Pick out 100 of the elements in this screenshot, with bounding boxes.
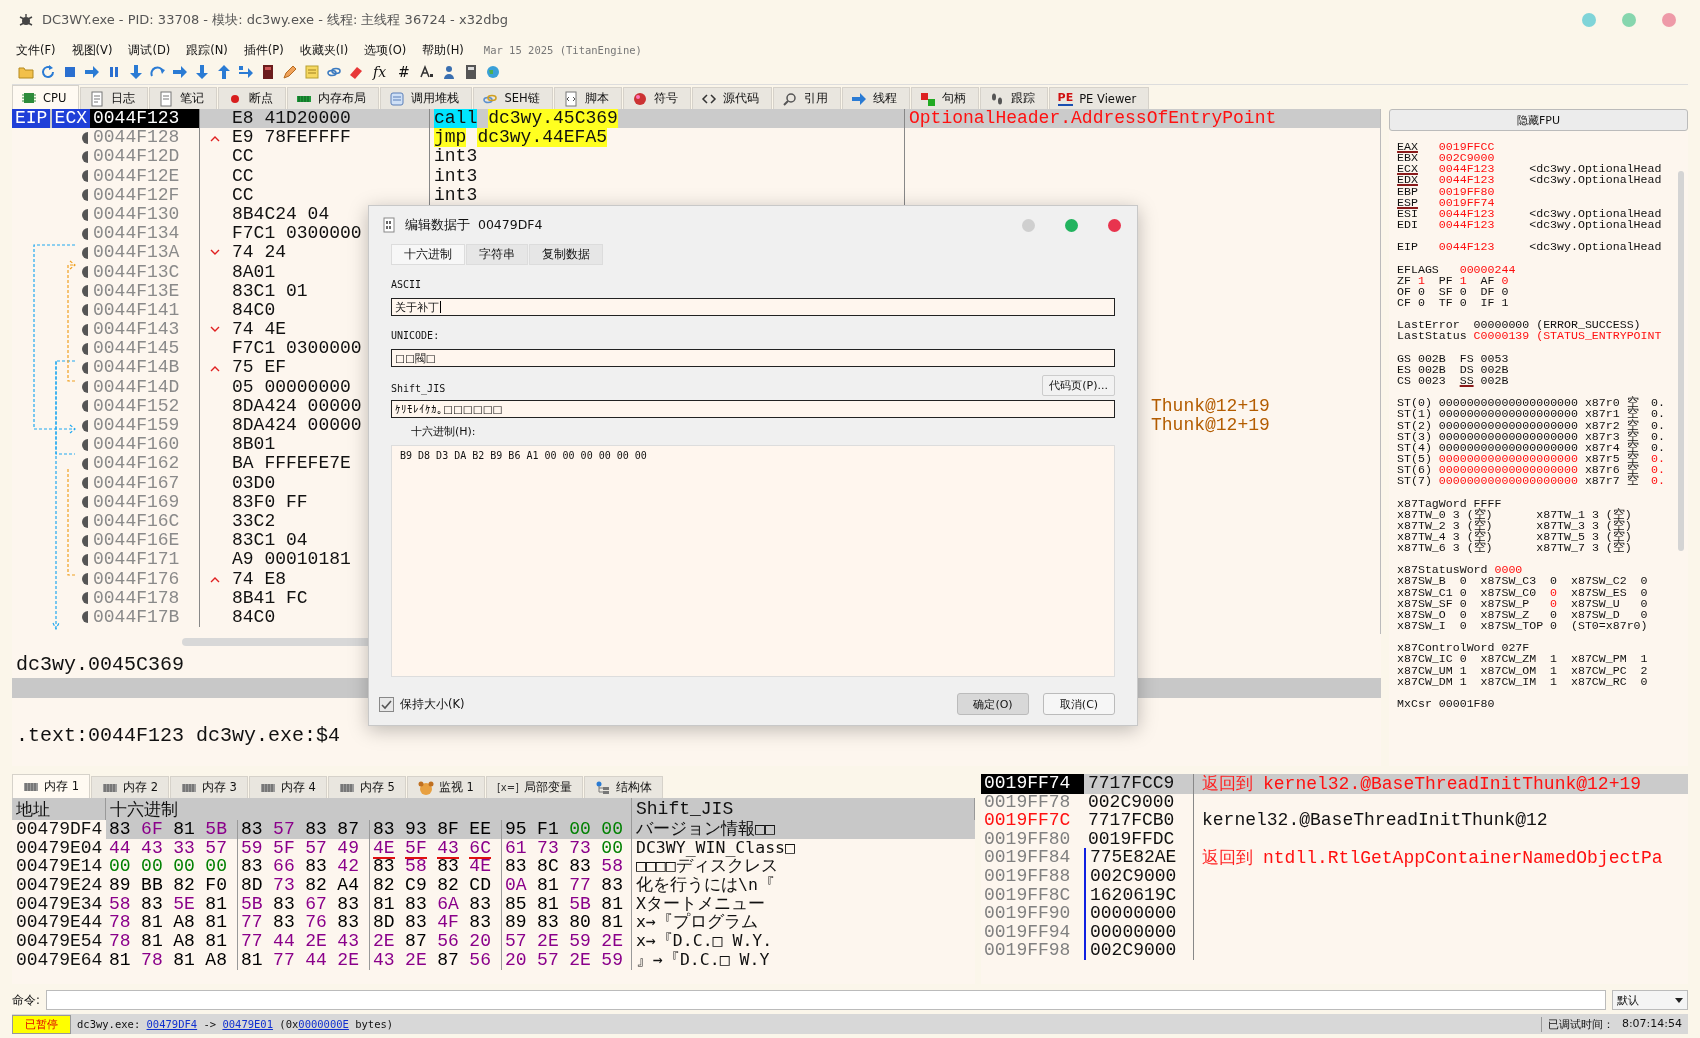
hide-fpu-button[interactable]: 隐藏FPU — [1389, 109, 1688, 131]
toolbar-button[interactable]: fx — [370, 64, 390, 80]
register-text: x87CW_RC — [1570, 675, 1627, 687]
register-text: 0044F123 — [1438, 241, 1495, 253]
step-arrow-icon[interactable] — [238, 64, 254, 80]
byte-cell: 8D — [241, 876, 263, 895]
value-cell: 002C9000 — [1084, 941, 1194, 960]
up-arrow-icon[interactable] — [216, 64, 232, 80]
tab[interactable]: 跟踪 — [979, 87, 1048, 109]
tab[interactable]: 内存布局 — [287, 87, 380, 109]
register-text: x87CW_PC — [1570, 664, 1627, 676]
register-text: x87r5 — [1584, 452, 1620, 465]
value-cell: 7717FCB0 — [1084, 811, 1194, 830]
tab[interactable]: 复制数据 — [529, 244, 603, 265]
tab[interactable]: 内存 1 — [12, 774, 90, 798]
register-text: x87TW_5 — [1536, 530, 1585, 543]
tab[interactable]: 句柄 — [910, 87, 979, 109]
byte-cell: 77 — [569, 876, 591, 895]
tab[interactable]: 源代码 — [691, 87, 772, 109]
tab[interactable]: 字符串 — [466, 244, 528, 265]
menu-item[interactable]: 收藏夹(I) — [299, 42, 349, 58]
tab[interactable]: 调用堆栈 — [380, 87, 473, 109]
menu-item[interactable]: 帮助(H) — [422, 42, 464, 58]
register-text: 1 — [1459, 664, 1467, 676]
up-caret-icon — [208, 575, 222, 584]
checkbox[interactable] — [379, 696, 394, 712]
field-label: UNICODE: — [391, 330, 441, 341]
pencil-icon[interactable] — [282, 64, 298, 80]
down-arrow-icon[interactable] — [128, 64, 144, 80]
dialog-button[interactable]: 取消(C) — [1043, 693, 1115, 715]
byte-cell-text: 43 — [141, 838, 163, 859]
byte-cell: 57 — [273, 820, 295, 839]
register-text: 00000000000000000000 — [1438, 419, 1578, 431]
register-text: 00000000000000000000 — [1438, 441, 1578, 453]
byte-cell: 4F — [437, 913, 459, 933]
toolbar-button[interactable]: # — [395, 64, 413, 80]
tab[interactable]: PE PE Viewer — [1048, 87, 1150, 109]
register-text: 3 (空) — [1591, 542, 1632, 554]
register-text: x87SW_I — [1397, 620, 1446, 632]
font-icon[interactable] — [418, 64, 435, 80]
shift-jis-field[interactable]: ｹﾘﾓﾚｲｹｶ｡□□□□□□ — [391, 400, 1115, 418]
tab[interactable]: 脚本 — [553, 87, 622, 109]
reload-icon[interactable] — [40, 64, 56, 80]
address-cell-text: 00479E24 — [15, 876, 104, 895]
tab[interactable]: 引用 — [772, 87, 841, 109]
size-link[interactable]: 0000000E — [298, 1018, 349, 1030]
register-label: ECX — [51, 109, 90, 129]
menu-item[interactable]: 文件(F) — [16, 42, 56, 58]
tab[interactable]: 日志 — [80, 87, 149, 109]
menu-item[interactable]: 跟踪(N) — [186, 42, 228, 58]
command-field[interactable] — [45, 990, 1606, 1010]
byte-cell: 95 — [505, 820, 527, 839]
dialog-button[interactable]: 确定(O) — [957, 693, 1029, 715]
eraser-icon[interactable] — [348, 64, 364, 80]
address-link[interactable]: 00479DF4 — [146, 1018, 198, 1030]
tab[interactable]: 线程 — [841, 87, 910, 109]
right-arrow-icon[interactable] — [172, 64, 188, 80]
tab[interactable]: CPU — [12, 85, 80, 109]
tab[interactable]: 内存 4 — [248, 776, 327, 798]
codepage-button[interactable]: 代码页(P)... — [1042, 375, 1115, 396]
tab[interactable]: 内存 5 — [327, 776, 406, 798]
hex-field[interactable]: B9 D8 D3 DA B2 B9 B6 A1 00 00 00 00 00 00 — [391, 445, 1115, 677]
scrollbar[interactable] — [1678, 171, 1684, 551]
mode-dropdown[interactable]: 默认 — [1612, 990, 1688, 1010]
tab[interactable]: 结构体 — [584, 776, 663, 798]
unicode-field[interactable]: □□閥□ — [391, 349, 1115, 367]
byte-cell: 81 — [173, 820, 195, 839]
byte-cell: 78 — [141, 950, 163, 970]
menu-item[interactable]: 选项(O) — [364, 42, 407, 58]
tab[interactable]: SEH链 — [473, 87, 553, 109]
register-text: x87SW_B — [1397, 575, 1446, 587]
ascii-field[interactable]: 关于补丁 — [391, 298, 1115, 316]
address-cell-text: 0019FF98 — [983, 941, 1072, 960]
tab[interactable]: 监视 1 — [406, 776, 485, 798]
tab[interactable]: [x=] 局部变量 — [485, 776, 583, 798]
tab[interactable]: 内存 3 — [169, 776, 248, 798]
tab[interactable]: 笔记 — [149, 87, 218, 109]
byte-cell: 66 — [273, 857, 295, 877]
byte-cell: 82 — [437, 876, 459, 895]
register-text: x87TW_2 — [1397, 519, 1446, 531]
tab[interactable]: 断点 — [218, 87, 287, 109]
address-link[interactable]: 00479E01 — [222, 1018, 273, 1030]
right-arrow-icon[interactable] — [84, 64, 100, 80]
menu-item[interactable]: 视图(V) — [71, 42, 113, 58]
globe-icon[interactable] — [484, 64, 501, 80]
menu-item[interactable]: 调试(D) — [128, 42, 171, 58]
window-control[interactable] — [1108, 218, 1121, 232]
register-text: 0 — [1459, 608, 1467, 621]
stop-icon[interactable] — [62, 64, 78, 80]
menu-item[interactable]: 插件(P) — [243, 42, 284, 58]
address-cell: 0044F152 — [90, 396, 200, 416]
address-cell: 0044F13A — [90, 243, 200, 263]
tab[interactable]: 符号 — [622, 87, 691, 109]
bytes-cell: 05 00000000 — [232, 377, 351, 397]
register-text: IF — [1480, 296, 1495, 309]
byte-cell: 83 — [373, 857, 395, 877]
down-arrow-icon[interactable] — [194, 64, 210, 80]
tab[interactable]: 内存 2 — [91, 776, 169, 798]
tab[interactable]: 十六进制 — [391, 244, 465, 265]
book-icon[interactable] — [260, 64, 276, 80]
